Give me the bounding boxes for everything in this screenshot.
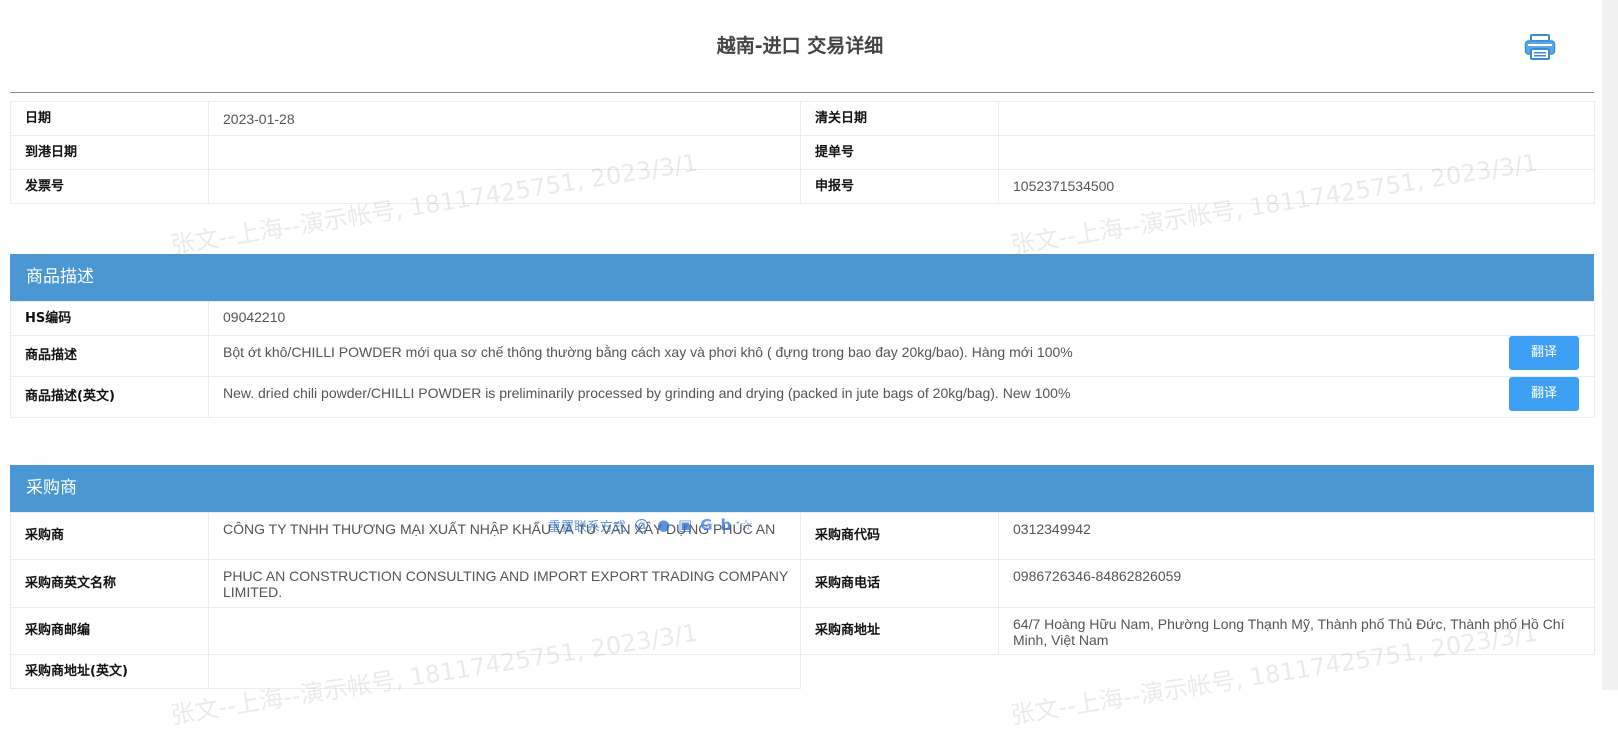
goods-desc-value: Bột ớt khô/CHILLI POWDER mới qua sơ chế … bbox=[208, 335, 1595, 377]
table-row: 发票号 申报号 1052371534500 bbox=[10, 169, 1595, 204]
translate-desc-en-button[interactable]: 翻译 bbox=[1509, 377, 1579, 411]
buyer-postcode-label: 采购商邮编 bbox=[10, 607, 209, 655]
bill-no-label: 提单号 bbox=[800, 135, 999, 170]
table-row: 采购商邮编 采购商地址 64/7 Hoàng Hữu Nam, Phường L… bbox=[10, 607, 1595, 655]
declaration-no-label: 申报号 bbox=[800, 169, 999, 204]
empty-cell bbox=[801, 655, 999, 689]
buyer-code-value: 0312349942 bbox=[998, 512, 1595, 560]
arrival-date-value bbox=[208, 135, 801, 170]
goods-desc-en-value: New. dried chili powder/CHILLI POWDER is… bbox=[208, 376, 1595, 418]
translate-desc-button[interactable]: 翻译 bbox=[1509, 336, 1579, 370]
buyer-table: 采购商 CÔNG TY TNHH THƯƠNG MẠI XUẤT NHẬP KH… bbox=[10, 512, 1595, 689]
clearance-date-label: 清关日期 bbox=[800, 101, 999, 136]
goods-desc-label: 商品描述 bbox=[10, 335, 209, 377]
basic-info-table: 日期 2023-01-28 清关日期 到港日期 提单号 发票号 申报号 1052… bbox=[10, 101, 1595, 204]
google-icon[interactable]: G bbox=[700, 515, 712, 535]
invoice-no-label: 发票号 bbox=[10, 169, 209, 204]
buyer-en-name-value: PHUC AN CONSTRUCTION CONSULTING AND IMPO… bbox=[208, 559, 801, 608]
buyer-code-label: 采购商代码 bbox=[800, 512, 999, 560]
bill-no-value bbox=[998, 135, 1595, 170]
date-label: 日期 bbox=[10, 101, 209, 136]
printer-icon[interactable] bbox=[1524, 34, 1556, 60]
buyer-address-label: 采购商地址 bbox=[800, 607, 999, 655]
buyer-address-en-label: 采购商地址(英文) bbox=[10, 654, 209, 689]
scrollbar-track[interactable] bbox=[1602, 0, 1618, 690]
goods-table: HS编码 09042210 商品描述 Bột ớt khô/CHILLI POW… bbox=[10, 301, 1595, 418]
hs-code-value: 09042210 bbox=[208, 301, 1595, 336]
empty-cell bbox=[999, 655, 1595, 689]
star-icon[interactable]: ☆ bbox=[739, 515, 752, 535]
buyer-section-header: 采购商 bbox=[10, 465, 1594, 512]
circle-icon[interactable]: ● bbox=[657, 515, 670, 535]
invoice-no-value bbox=[208, 169, 801, 204]
contact-toolbar[interactable]: 重置联系方式 @ ● ▣ G b ☆ bbox=[548, 514, 753, 536]
table-row: 到港日期 提单号 bbox=[10, 135, 1595, 170]
table-row: 商品描述 Bột ớt khô/CHILLI POWDER mới qua sơ… bbox=[10, 335, 1595, 377]
table-row: 日期 2023-01-28 清关日期 bbox=[10, 101, 1595, 136]
table-row: 采购商地址(英文) bbox=[10, 654, 1595, 689]
table-row: HS编码 09042210 bbox=[10, 301, 1595, 336]
hs-code-label: HS编码 bbox=[10, 301, 209, 336]
title-divider bbox=[10, 92, 1594, 93]
page-title: 越南-进口 交易详细 bbox=[716, 35, 884, 57]
goods-section-header: 商品描述 bbox=[10, 254, 1594, 301]
table-row: 商品描述(英文) New. dried chili powder/CHILLI … bbox=[10, 376, 1595, 418]
clearance-date-value bbox=[998, 101, 1595, 136]
date-value: 2023-01-28 bbox=[208, 101, 801, 136]
goods-desc-en-label: 商品描述(英文) bbox=[10, 376, 209, 418]
copy-icon[interactable]: ▣ bbox=[678, 515, 692, 535]
buyer-phone-value: 0986726346-84862826059 bbox=[998, 559, 1595, 608]
declaration-no-value: 1052371534500 bbox=[998, 169, 1595, 204]
bing-icon[interactable]: b bbox=[721, 515, 732, 535]
reset-contact-link[interactable]: 重置联系方式 bbox=[548, 516, 626, 535]
buyer-phone-label: 采购商电话 bbox=[800, 559, 999, 608]
buyer-postcode-value bbox=[208, 607, 801, 655]
at-icon[interactable]: @ bbox=[634, 515, 649, 535]
buyer-address-en-value bbox=[208, 654, 801, 689]
table-row: 采购商英文名称 PHUC AN CONSTRUCTION CONSULTING … bbox=[10, 559, 1595, 608]
table-row: 采购商 CÔNG TY TNHH THƯƠNG MẠI XUẤT NHẬP KH… bbox=[10, 512, 1595, 560]
buyer-name-label: 采购商 bbox=[10, 512, 209, 560]
buyer-en-name-label: 采购商英文名称 bbox=[10, 559, 209, 608]
arrival-date-label: 到港日期 bbox=[10, 135, 209, 170]
buyer-address-value: 64/7 Hoàng Hữu Nam, Phường Long Thạnh Mỹ… bbox=[998, 607, 1595, 655]
